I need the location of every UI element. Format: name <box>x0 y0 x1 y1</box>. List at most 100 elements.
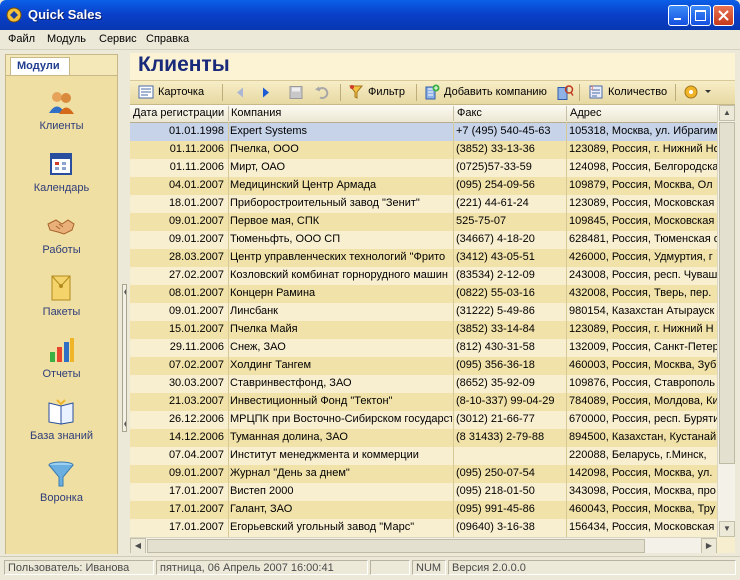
sidebar-item-label: Календарь <box>33 182 90 194</box>
cell-address: 460003, Россия, Москва, Зуб <box>569 359 717 371</box>
minimize-button[interactable] <box>668 5 689 26</box>
table-row[interactable]: 17.01.2007 Егорьевский угольный завод "Ма… <box>130 519 717 538</box>
menu-file[interactable]: Файл <box>8 33 35 45</box>
table-row[interactable]: 09.01.2007 Линсбанк (31222) 5-49-86 980154,… <box>130 303 717 322</box>
scroll-left-button[interactable]: ◀ <box>130 538 146 553</box>
table-row[interactable]: 01.01.1998 Expert Systems +7 (495) 540-45-… <box>130 123 717 142</box>
table-row[interactable]: 15.01.2007 Пчелка Майя (3852) 33-14-84 1230… <box>130 321 717 340</box>
vertical-scroll-thumb[interactable] <box>719 122 735 464</box>
undo-icon[interactable] <box>314 83 330 102</box>
options-dropdown[interactable] <box>683 83 713 102</box>
splitter-grip[interactable] <box>122 284 127 432</box>
sidebar-item-packages[interactable]: Пакеты <box>6 270 117 326</box>
table-row[interactable]: 01.11.2006 Мирт, ОАО (0725)57-33-59 124098,… <box>130 159 717 178</box>
back-arrow-icon[interactable] <box>232 83 248 102</box>
sidebar-item-works[interactable]: Работы <box>6 208 117 264</box>
table-row[interactable]: 17.01.2007 Вистеп 2000 (095) 218-01-50 3430… <box>130 483 717 502</box>
card-button[interactable]: Карточка <box>138 83 204 102</box>
cell-fax: (83534) 2-12-09 <box>456 269 535 281</box>
close-button[interactable] <box>713 5 734 26</box>
maximize-icon <box>695 10 706 21</box>
scroll-up-button[interactable]: ▲ <box>719 105 735 121</box>
cell-address: 670000, Россия, респ. Бурятия <box>569 413 717 425</box>
package-icon <box>51 275 71 301</box>
cell-date: 15.01.2007 <box>168 323 224 335</box>
table-row[interactable]: 09.01.2007 Журнал "День за днем" (095) 250… <box>130 465 717 484</box>
table-row[interactable]: 09.01.2007 Тюменьфть, ООО СП (34667) 4-18-… <box>130 231 717 250</box>
menu-help[interactable]: Справка <box>146 33 189 45</box>
cell-company: Первое мая, СПК <box>230 215 320 227</box>
cell-date: 07.02.2007 <box>168 359 224 371</box>
cell-date: 04.01.2007 <box>168 179 224 191</box>
company-search-icon[interactable] <box>556 83 574 102</box>
cell-company: Инвестиционный Фонд "Тектон" <box>230 395 393 407</box>
horizontal-scrollbar[interactable]: ◀ ▶ <box>130 537 717 553</box>
table-row[interactable]: 01.11.2006 Пчелка, ООО (3852) 33-13-36 1230… <box>130 141 717 160</box>
cell-fax: (34667) 4-18-20 <box>456 233 535 245</box>
menu-module[interactable]: Модуль <box>47 33 86 45</box>
table-row[interactable]: 27.02.2007 Козловский комбинат горнорудно… <box>130 267 717 286</box>
forward-arrow-icon[interactable] <box>258 83 274 102</box>
table-row[interactable]: 04.01.2007 Медицинский Центр Армада (095) … <box>130 177 717 196</box>
table-row[interactable]: 30.03.2007 Ставринвестфонд, ЗАО (8652) 35-… <box>130 375 717 394</box>
cell-fax: (095) 250-07-54 <box>456 467 535 479</box>
cell-address: 784089, Россия, Молдова, Кишинёв <box>569 395 717 407</box>
count-label: Количество <box>608 86 668 98</box>
cell-company: Ставринвестфонд, ЗАО <box>230 377 352 389</box>
sidebar-item-calendar[interactable]: Календарь <box>6 146 117 202</box>
grid-line <box>228 122 229 537</box>
sidebar-item-knowledge-base[interactable]: База знаний <box>6 394 117 450</box>
save-icon[interactable] <box>288 83 304 102</box>
count-button[interactable]: Σ Количество <box>588 83 667 102</box>
column-divider[interactable] <box>228 106 229 121</box>
column-header-address[interactable]: Адрес <box>570 107 715 119</box>
add-company-button[interactable]: Добавить компанию <box>424 83 547 102</box>
menu-service[interactable]: Сервис <box>99 33 137 45</box>
cell-date: 27.02.2007 <box>168 269 224 281</box>
cell-company: Туманная долина, ЗАО <box>230 431 348 443</box>
filter-button[interactable]: Фильтр <box>348 83 405 102</box>
table-row[interactable]: 28.03.2007 Центр управленческих технологи… <box>130 249 717 268</box>
horizontal-scroll-thumb[interactable] <box>147 539 645 553</box>
table-row[interactable]: 29.11.2006 Снеж, ЗАО (812) 430-31-58 132009… <box>130 339 717 358</box>
title-bar[interactable]: Quick Sales <box>0 0 740 30</box>
table-row[interactable]: 21.03.2007 Инвестиционный Фонд "Тектон" (8… <box>130 393 717 412</box>
cell-fax: (3852) 33-14-84 <box>456 323 535 335</box>
column-header-fax[interactable]: Факс <box>457 107 565 119</box>
sidebar-item-clients[interactable]: Клиенты <box>6 84 117 140</box>
svg-text:Σ: Σ <box>591 86 594 92</box>
status-version: Версия 2.0.0.0 <box>448 560 736 575</box>
cell-fax: (095) 991-45-86 <box>456 503 535 515</box>
open-book-icon <box>48 399 74 425</box>
app-logo-icon <box>6 7 22 23</box>
table-row[interactable]: 18.01.2007 Приборостроительный завод "Зен… <box>130 195 717 214</box>
maximize-button[interactable] <box>690 5 711 26</box>
sidebar-splitter[interactable] <box>121 54 129 552</box>
cell-company: Линсбанк <box>230 305 278 317</box>
scroll-down-button[interactable]: ▼ <box>719 521 735 537</box>
scroll-right-button[interactable]: ▶ <box>701 538 717 553</box>
vertical-scrollbar[interactable]: ▲ ▼ <box>717 105 735 537</box>
cell-date: 08.01.2007 <box>168 287 224 299</box>
column-header-company[interactable]: Компания <box>231 107 451 119</box>
status-empty <box>370 560 410 575</box>
app-window: Quick Sales Файл Модуль Сервис Справка М… <box>0 0 740 580</box>
column-header-date[interactable]: Дата регистрации <box>133 107 227 119</box>
card-icon <box>138 85 154 99</box>
column-divider[interactable] <box>566 106 567 121</box>
cell-company: Егорьевский угольный завод "Марс" <box>230 521 415 533</box>
cell-company: Институт менеджмента и коммерции <box>230 449 419 461</box>
table-row[interactable]: 14.12.2006 Туманная долина, ЗАО (8 31433) … <box>130 429 717 448</box>
table-row[interactable]: 17.01.2007 Галант, ЗАО (095) 991-45-86 4600… <box>130 501 717 520</box>
table-row[interactable]: 09.01.2007 Первое мая, СПК 525-75-07 109845… <box>130 213 717 232</box>
toolbar-separator <box>340 84 341 101</box>
sidebar-item-reports[interactable]: Отчеты <box>6 332 117 388</box>
table-row[interactable]: 08.01.2007 Концерн Рамина (0822) 55-03-16 4… <box>130 285 717 304</box>
table-row[interactable]: 26.12.2006 МРЦПК при Восточно-Сибирском г… <box>130 411 717 430</box>
column-divider[interactable] <box>453 106 454 121</box>
sidebar-item-funnel[interactable]: Воронка <box>6 456 117 512</box>
table-row[interactable]: 07.02.2007 Холдинг Тангем (095) 356-36-18 4… <box>130 357 717 376</box>
cell-fax: (3852) 33-13-36 <box>456 143 535 155</box>
table-row[interactable]: 07.04.2007 Институт менеджмента и коммерц… <box>130 447 717 466</box>
status-user: Пользователь: Иванова <box>4 560 154 575</box>
